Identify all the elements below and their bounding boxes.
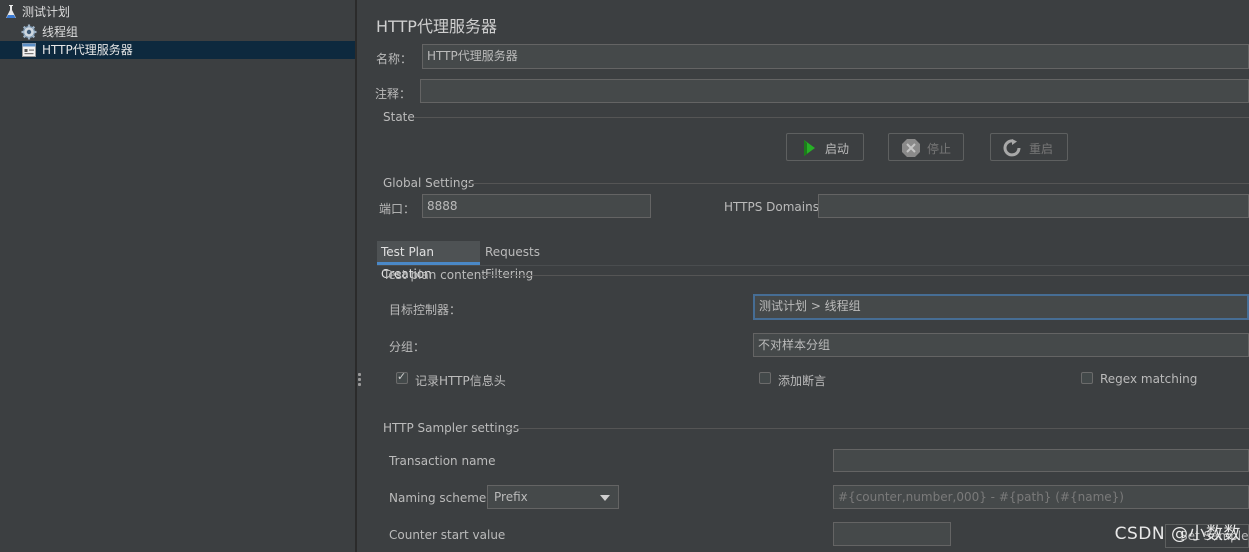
tree-item-http-proxy[interactable]: HTTP代理服务器 [0, 41, 355, 59]
test-plan-section-line [480, 275, 1249, 276]
chevron-down-icon [600, 495, 610, 501]
page-title: HTTP代理服务器 [376, 17, 497, 36]
tab-test-plan-creation[interactable]: Test Plan Creation [377, 241, 480, 281]
stop-button-label: 停止 [927, 142, 952, 156]
restart-icon [1003, 139, 1021, 157]
state-section-line [414, 117, 1249, 118]
tree-item-label: 测试计划 [22, 5, 71, 19]
stop-icon [902, 139, 920, 157]
target-controller-select[interactable]: 测试计划 > 线程组 [753, 294, 1249, 320]
http-proxy-panel: HTTP代理服务器 名称： HTTP代理服务器 注释： State 启动 停止 … [362, 0, 1249, 552]
test-plan-tree: 测试计划 线程组 HTTP代理服务器 [0, 0, 355, 552]
watermark: CSDN @小数数 [1114, 524, 1241, 544]
naming-scheme-select[interactable]: Prefix [487, 485, 619, 509]
restart-button-label: 重启 [1029, 142, 1054, 156]
naming-scheme-label: Naming scheme [389, 491, 487, 505]
proxy-recorder-icon [22, 43, 36, 57]
sampler-section-line [506, 428, 1249, 429]
add-assertion-checkbox[interactable] [759, 372, 771, 384]
record-headers-checkbox[interactable] [396, 370, 408, 384]
split-divider[interactable] [355, 0, 357, 552]
global-settings-title: Global Settings [383, 176, 475, 190]
counter-start-field[interactable] [833, 522, 951, 546]
record-headers-label: 记录HTTP信息头 [415, 374, 506, 388]
add-assertion-label: 添加断言 [778, 374, 827, 388]
naming-format-field[interactable]: #{counter,number,000} - #{path} (#{name}… [833, 485, 1249, 509]
comment-label: 注释： [375, 87, 412, 101]
state-section-title: State [383, 110, 415, 124]
global-section-line [466, 183, 1249, 184]
naming-scheme-value: Prefix [494, 490, 528, 504]
port-field[interactable]: 8888 [422, 194, 651, 218]
transaction-name-label: Transaction name [389, 454, 496, 468]
stop-button[interactable]: 停止 [888, 133, 964, 161]
tab-strip-line [377, 265, 1249, 266]
flask-icon [6, 5, 16, 18]
transaction-name-field[interactable] [833, 449, 1249, 472]
start-button[interactable]: 启动 [786, 133, 864, 161]
play-icon [804, 140, 815, 156]
comment-field[interactable] [420, 79, 1249, 103]
counter-start-label: Counter start value [389, 528, 506, 542]
tree-item-label: HTTP代理服务器 [42, 43, 133, 57]
name-label: 名称： [376, 52, 413, 66]
port-label: 端口： [379, 202, 416, 216]
tab-requests-filtering[interactable]: Requests Filtering [481, 241, 591, 281]
test-plan-content-title: Test plan content [383, 268, 487, 282]
start-button-label: 启动 [825, 142, 850, 156]
sampler-settings-title: HTTP Sampler settings [383, 421, 520, 435]
target-controller-label: 目标控制器： [389, 303, 462, 317]
https-domains-label: HTTPS Domains: [724, 200, 823, 214]
grouping-label: 分组： [389, 340, 426, 354]
tree-item-label: 线程组 [42, 25, 79, 39]
restart-button[interactable]: 重启 [990, 133, 1068, 161]
gear-icon [21, 24, 37, 40]
grouping-select[interactable]: 不对样本分组 [753, 333, 1249, 357]
regex-matching-label: Regex matching [1100, 372, 1198, 386]
https-domains-field[interactable] [818, 194, 1249, 218]
regex-matching-checkbox[interactable] [1081, 372, 1093, 384]
name-field[interactable]: HTTP代理服务器 [422, 44, 1249, 69]
